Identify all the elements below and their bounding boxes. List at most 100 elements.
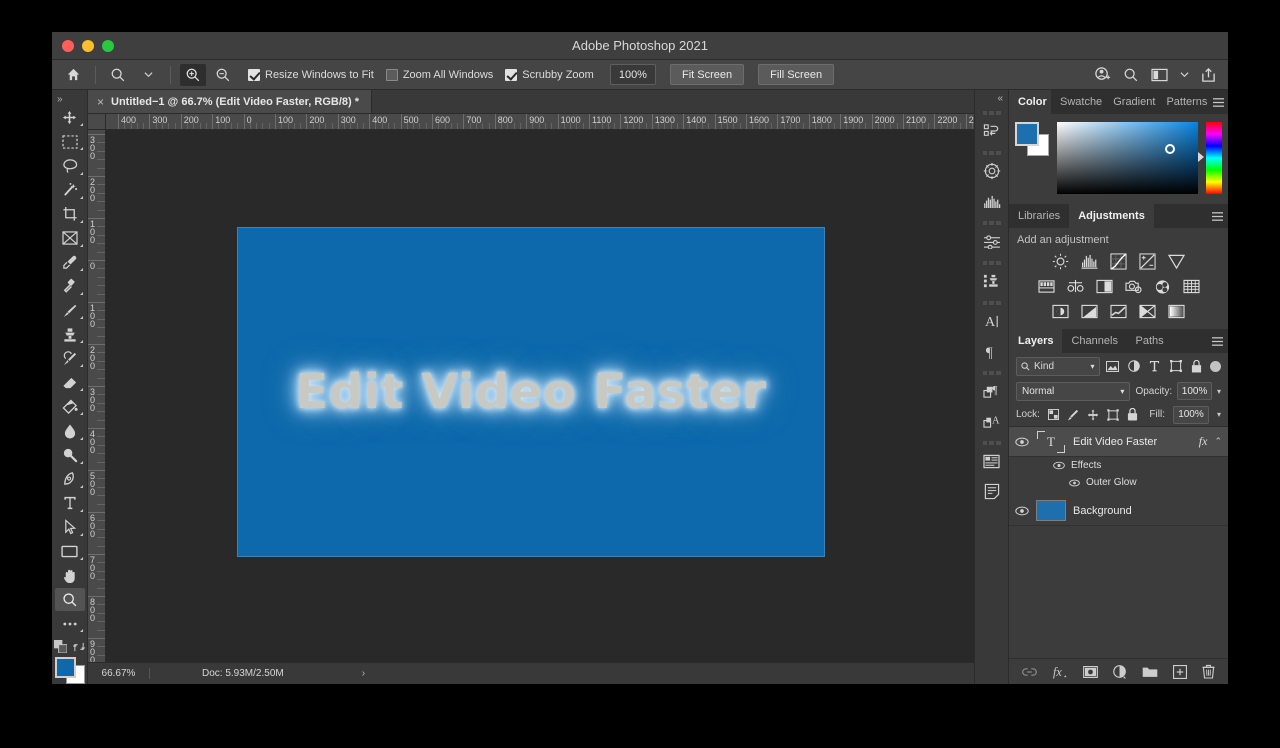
spot-healing-brush-tool[interactable] xyxy=(55,275,85,298)
selective-color-icon[interactable] xyxy=(1167,302,1186,321)
history-icon[interactable] xyxy=(978,116,1006,146)
history-brush-tool[interactable] xyxy=(55,347,85,370)
layer-thumbnail-text[interactable]: T xyxy=(1036,430,1066,454)
character-styles-icon[interactable]: ¶ xyxy=(978,376,1006,406)
horizontal-ruler[interactable]: 4003002001000100200300400500600700800900… xyxy=(106,114,974,130)
drag-grip[interactable] xyxy=(983,441,1001,445)
color-picker-marker[interactable] xyxy=(1165,144,1175,154)
lock-image-icon[interactable] xyxy=(1067,409,1079,421)
effects-visibility-icon[interactable] xyxy=(1053,461,1065,470)
edit-toolbar-tool[interactable] xyxy=(55,612,85,635)
zoom-tool[interactable] xyxy=(55,588,85,611)
workspace-icon[interactable] xyxy=(1151,68,1168,82)
tab-libraries[interactable]: Libraries xyxy=(1009,204,1069,228)
tab-gradients[interactable]: Gradient xyxy=(1104,90,1157,114)
zoom-all-windows-checkbox[interactable]: Zoom All Windows xyxy=(386,69,493,81)
lock-position-icon[interactable] xyxy=(1087,409,1099,421)
color-panel-swatches[interactable] xyxy=(1015,122,1049,156)
lock-transparent-icon[interactable] xyxy=(1048,409,1059,420)
layer-thumbnail-color[interactable] xyxy=(1036,500,1066,521)
panel-menu-icon[interactable] xyxy=(1210,90,1228,114)
new-group-icon[interactable] xyxy=(1142,666,1158,678)
artboard[interactable]: Edit Video Faster xyxy=(237,227,825,557)
new-fill-adjustment-icon[interactable] xyxy=(1113,665,1127,679)
exposure-icon[interactable] xyxy=(1138,252,1157,271)
layer-visibility-icon[interactable] xyxy=(1015,437,1029,447)
layer-filter-kind-select[interactable]: Kind ▾ xyxy=(1016,357,1100,376)
checkbox-box[interactable] xyxy=(386,69,398,81)
gradient-map-icon[interactable] xyxy=(1138,302,1157,321)
dodge-tool[interactable] xyxy=(55,444,85,467)
zoom-tool-preset-icon[interactable] xyxy=(105,64,131,86)
document-tab[interactable]: × Untitled−1 @ 66.7% (Edit Video Faster,… xyxy=(88,90,372,113)
tab-patterns[interactable]: Patterns xyxy=(1157,90,1209,114)
default-colors-icon[interactable] xyxy=(54,640,67,653)
drag-grip[interactable] xyxy=(983,371,1001,375)
list-item[interactable]: Outer Glow xyxy=(1009,474,1228,491)
checkbox-box[interactable] xyxy=(505,69,517,81)
magic-wand-tool[interactable] xyxy=(55,179,85,202)
add-user-icon[interactable] xyxy=(1094,66,1111,83)
canvas-text-layer[interactable]: Edit Video Faster xyxy=(295,364,766,420)
layer-effects-badge[interactable]: fx xyxy=(1199,434,1208,449)
lock-all-icon[interactable] xyxy=(1127,408,1138,421)
share-icon[interactable] xyxy=(1201,67,1216,83)
drag-grip[interactable] xyxy=(983,301,1001,305)
vibrance-icon[interactable] xyxy=(1167,252,1186,271)
filter-smart-object-icon[interactable] xyxy=(1189,360,1204,373)
chevron-down-icon[interactable]: ▾ xyxy=(1091,362,1095,371)
zoom-in-icon[interactable] xyxy=(180,64,206,86)
rectangular-marquee-tool[interactable] xyxy=(55,130,85,153)
zoom-out-icon[interactable] xyxy=(210,64,236,86)
effect-visibility-icon[interactable] xyxy=(1069,479,1080,487)
clone-stamp-tool[interactable] xyxy=(55,323,85,346)
ruler-corner[interactable] xyxy=(88,114,106,130)
opacity-value-field[interactable]: 100% xyxy=(1177,382,1212,400)
panel-menu-icon[interactable] xyxy=(1206,204,1228,228)
crop-tool[interactable] xyxy=(55,203,85,226)
add-layer-mask-icon[interactable] xyxy=(1083,666,1098,678)
drag-grip[interactable] xyxy=(983,151,1001,155)
drag-grip[interactable] xyxy=(983,111,1001,115)
chevron-right-icon[interactable]: › xyxy=(362,668,365,679)
foreground-color-swatch[interactable] xyxy=(55,657,76,678)
foreground-color-swatch[interactable] xyxy=(1015,122,1039,146)
clone-source-icon[interactable] xyxy=(978,266,1006,296)
fill-screen-button[interactable]: Fill Screen xyxy=(758,64,834,85)
black-white-icon[interactable] xyxy=(1095,277,1114,296)
fill-value-field[interactable]: 100% xyxy=(1173,406,1209,424)
fit-screen-button[interactable]: Fit Screen xyxy=(670,64,744,85)
close-icon[interactable]: × xyxy=(97,95,104,109)
chevron-down-icon[interactable]: ▾ xyxy=(1217,387,1221,396)
zoom-percent-field[interactable]: 100% xyxy=(610,64,656,85)
hue-saturation-icon[interactable] xyxy=(1037,277,1056,296)
filter-type-icon[interactable] xyxy=(1147,360,1162,372)
blur-tool[interactable] xyxy=(55,419,85,442)
drag-grip[interactable] xyxy=(983,221,1001,225)
hue-slider[interactable] xyxy=(1206,122,1222,194)
search-icon[interactable] xyxy=(1123,67,1139,83)
brush-tool[interactable] xyxy=(55,299,85,322)
photo-filter-icon[interactable] xyxy=(1124,277,1143,296)
delete-layer-icon[interactable] xyxy=(1202,664,1215,679)
brightness-contrast-icon[interactable] xyxy=(1051,252,1070,271)
maximize-window-button[interactable] xyxy=(102,40,114,52)
paragraph-styles-icon[interactable]: A xyxy=(978,406,1006,436)
color-field[interactable] xyxy=(1057,122,1198,194)
new-layer-icon[interactable] xyxy=(1173,665,1187,679)
filter-adjustment-icon[interactable] xyxy=(1126,360,1141,372)
tab-layers[interactable]: Layers xyxy=(1009,329,1062,353)
canvas-viewport[interactable]: Edit Video Faster xyxy=(106,130,974,662)
gradient-tool[interactable] xyxy=(55,395,85,418)
invert-icon[interactable] xyxy=(1051,302,1070,321)
filter-shape-icon[interactable] xyxy=(1168,360,1183,372)
paragraph-icon[interactable]: ¶ xyxy=(978,336,1006,366)
posterize-icon[interactable] xyxy=(1080,302,1099,321)
swap-colors-icon[interactable] xyxy=(73,641,85,653)
toolbar-collapse-button[interactable]: » xyxy=(52,92,87,106)
tab-swatches[interactable]: Swatche xyxy=(1051,90,1104,114)
channel-mixer-icon[interactable] xyxy=(1153,277,1172,296)
threshold-icon[interactable] xyxy=(1109,302,1128,321)
vertical-ruler[interactable]: 3002001000100200300400500600700800900 xyxy=(88,130,106,662)
layer-effects-group[interactable]: Effects xyxy=(1009,457,1228,474)
